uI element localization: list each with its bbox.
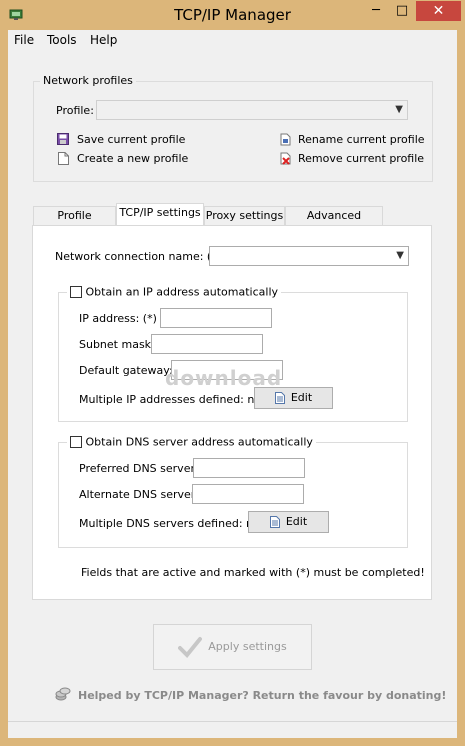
tab-tcpip-settings[interactable]: TCP/IP settings bbox=[116, 203, 204, 227]
tab-proxy-settings[interactable]: Proxy settings bbox=[204, 206, 285, 226]
menu-tools[interactable]: Tools bbox=[47, 33, 77, 47]
remove-icon bbox=[280, 152, 291, 165]
remove-profile-link[interactable]: Remove current profile bbox=[298, 152, 424, 165]
new-document-icon bbox=[58, 152, 69, 165]
obtain-dns-auto-checkbox[interactable] bbox=[70, 436, 82, 448]
edit-dns-button[interactable]: Edit bbox=[248, 511, 329, 533]
tab-profile-settings[interactable]: Profile settings bbox=[33, 206, 116, 240]
edit-ip-label: Edit bbox=[290, 391, 313, 404]
profile-select[interactable]: ▼ bbox=[96, 100, 408, 120]
connection-name-label: Network connection name: (*) bbox=[55, 250, 222, 263]
multiple-ip-label: Multiple IP addresses defined: no bbox=[79, 393, 262, 406]
minimize-button[interactable]: ─ bbox=[363, 1, 389, 21]
menu-help[interactable]: Help bbox=[90, 33, 117, 47]
apply-settings-button[interactable]: Apply settings bbox=[153, 624, 312, 670]
title-bar[interactable]: TCP/IP Manager ─ □ ✕ bbox=[0, 0, 465, 30]
rename-icon bbox=[280, 133, 291, 146]
preferred-dns-field[interactable] bbox=[193, 458, 305, 478]
network-profiles-group: Network profiles Profile: ▼ Save current… bbox=[33, 74, 433, 182]
subnet-mask-field[interactable] bbox=[151, 334, 263, 354]
ip-address-field[interactable] bbox=[160, 308, 272, 328]
apply-settings-label: Apply settings bbox=[208, 640, 287, 653]
connection-name-select[interactable]: ▼ bbox=[209, 246, 409, 266]
rename-profile-link[interactable]: Rename current profile bbox=[298, 133, 425, 146]
menu-bar: File Tools Help bbox=[8, 30, 457, 50]
save-icon bbox=[57, 133, 69, 145]
chevron-down-icon: ▼ bbox=[396, 250, 404, 261]
dns-server-group: Obtain DNS server address automatically … bbox=[58, 435, 408, 548]
app-window: TCP/IP Manager ─ □ ✕ File Tools Help Net… bbox=[0, 0, 465, 746]
obtain-ip-auto-label: Obtain an IP address automatically bbox=[85, 285, 279, 299]
edit-dns-label: Edit bbox=[285, 515, 308, 528]
ip-address-group: Obtain an IP address automatically IP ad… bbox=[58, 285, 408, 422]
multiple-dns-label: Multiple DNS servers defined: no bbox=[79, 517, 260, 530]
menu-file[interactable]: File bbox=[14, 33, 34, 47]
required-fields-note: Fields that are active and marked with (… bbox=[81, 566, 425, 579]
donate-link[interactable]: Helped by TCP/IP Manager? Return the fav… bbox=[78, 689, 446, 702]
obtain-ip-auto-checkbox[interactable] bbox=[70, 286, 82, 298]
create-profile-link[interactable]: Create a new profile bbox=[77, 152, 188, 165]
close-button[interactable]: ✕ bbox=[416, 1, 461, 21]
checkmark-icon bbox=[178, 637, 203, 658]
edit-document-icon bbox=[269, 516, 280, 528]
alternate-dns-label: Alternate DNS server: bbox=[79, 488, 199, 501]
client-area: File Tools Help Network profiles Profile… bbox=[8, 30, 457, 738]
profile-label: Profile: bbox=[56, 104, 94, 117]
tab-advanced-settings[interactable]: Advanced settings bbox=[285, 206, 383, 240]
obtain-dns-auto-option[interactable]: Obtain DNS server address automatically bbox=[67, 435, 316, 449]
donate-coins-icon bbox=[55, 687, 71, 701]
status-bar-divider bbox=[8, 721, 457, 722]
maximize-button[interactable]: □ bbox=[389, 1, 415, 21]
preferred-dns-label: Preferred DNS server: bbox=[79, 462, 199, 475]
network-profiles-legend: Network profiles bbox=[40, 74, 136, 87]
ip-address-label: IP address: (*) bbox=[79, 312, 157, 325]
alternate-dns-field[interactable] bbox=[192, 484, 304, 504]
edit-ip-button[interactable]: Edit bbox=[254, 387, 333, 409]
tcpip-settings-panel: Network connection name: (*) ▼ Obtain an… bbox=[32, 225, 432, 600]
save-profile-link[interactable]: Save current profile bbox=[77, 133, 185, 146]
chevron-down-icon: ▼ bbox=[395, 104, 403, 115]
obtain-ip-auto-option[interactable]: Obtain an IP address automatically bbox=[67, 285, 282, 299]
subnet-mask-label: Subnet mask: bbox=[79, 338, 155, 351]
edit-document-icon bbox=[274, 392, 285, 404]
obtain-dns-auto-label: Obtain DNS server address automatically bbox=[85, 435, 313, 449]
default-gateway-label: Default gateway: bbox=[79, 364, 173, 377]
download-watermark: download bbox=[165, 366, 283, 390]
